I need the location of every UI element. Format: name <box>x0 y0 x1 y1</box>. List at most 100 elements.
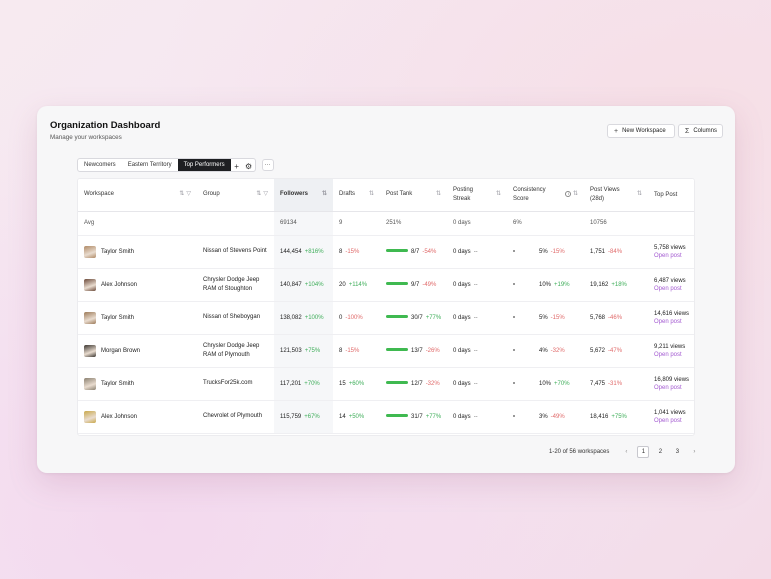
views-cell: 1,751 -84% <box>584 235 648 269</box>
sort-icon[interactable]: ⇅ <box>256 191 261 197</box>
workspace-cell[interactable]: Alex Johnson <box>78 400 197 434</box>
workspace-name: Taylor Smith <box>101 248 135 255</box>
workspace-cell[interactable]: Alex Johnson <box>78 268 197 302</box>
table-row[interactable]: Alex Johnson Chevrolet of Plymouth 115,759… <box>78 400 694 434</box>
avg-views: 10756 <box>584 211 648 236</box>
drafts-cell: 8 -15% <box>333 235 380 269</box>
table-row[interactable]: Taylor Smith Nissan of Sheboygan 138,082 +1… <box>78 301 694 335</box>
avg-streak: 0 days <box>447 211 507 236</box>
page-3-button[interactable]: 3 <box>671 446 683 458</box>
avatar <box>84 311 96 324</box>
post-tank-bar <box>386 282 408 286</box>
pagination: 1-20 of 56 workspaces ‹ 1 2 3 › <box>549 445 700 458</box>
top-post-cell: 9,211 views Open post <box>648 334 694 368</box>
drafts-delta: -15% <box>345 248 360 255</box>
post-tank-bar <box>386 381 408 385</box>
views-cell: 5,768 -46% <box>584 301 648 335</box>
post-tank-delta: -54% <box>422 248 437 255</box>
col-top-post[interactable]: Top Post <box>648 179 694 212</box>
post-tank-bar <box>386 348 408 352</box>
avg-consistency: 6% <box>507 211 584 236</box>
post-tank-delta: -49% <box>422 281 437 288</box>
tab-eastern-territory[interactable]: Eastern Territory <box>122 159 178 171</box>
filter-icon[interactable]: ▽ <box>263 191 268 197</box>
views-cell: 5,672 -47% <box>584 334 648 368</box>
open-post-link[interactable]: Open post <box>654 286 690 292</box>
post-tank-cell: 30/7 +77% <box>380 301 447 335</box>
add-tab-icon[interactable]: + <box>231 159 243 171</box>
open-post-link[interactable]: Open post <box>654 253 690 259</box>
workspace-cell[interactable]: Taylor Smith <box>78 235 197 269</box>
next-page-icon[interactable]: › <box>688 446 700 458</box>
post-tank-delta: +77% <box>425 314 442 321</box>
filter-icon[interactable]: ▽ <box>186 191 191 197</box>
group-cell: Chevrolet of Plymouth <box>197 400 274 434</box>
col-group[interactable]: Group ⇅ ▽ <box>197 179 274 212</box>
consistency-cell: 10% +70% <box>507 367 584 401</box>
followers-delta: +104% <box>304 281 324 288</box>
top-post-views: 1,041 views <box>654 409 686 416</box>
open-post-link[interactable]: Open post <box>654 319 690 325</box>
sort-icon[interactable]: ⇅ <box>369 190 374 199</box>
workspace-cell[interactable]: Taylor Smith <box>78 367 197 401</box>
more-options-button[interactable]: ··· <box>261 159 274 171</box>
col-posting-streak[interactable]: Posting Streak ⇅ <box>447 179 507 212</box>
prev-page-icon[interactable]: ‹ <box>620 446 632 458</box>
streak-dash: -- <box>473 248 478 255</box>
tab-top-performers[interactable]: Top Performers <box>177 159 231 171</box>
open-post-link[interactable]: Open post <box>654 418 690 424</box>
workspace-cell[interactable]: Taylor Smith <box>78 301 197 335</box>
new-workspace-label: New Workspace <box>622 128 666 134</box>
columns-button[interactable]: Σ Columns <box>678 124 723 138</box>
sort-icon[interactable]: ⇅ <box>496 190 501 199</box>
open-post-link[interactable]: Open post <box>654 385 690 391</box>
sort-icon[interactable]: ⇅ <box>322 190 327 199</box>
followers-delta: +100% <box>304 314 324 321</box>
workspace-name: Morgan Brown <box>101 347 141 354</box>
col-post-tank[interactable]: Post Tank ⇅ <box>380 179 447 212</box>
consistency-sparkline <box>513 282 515 285</box>
followers-cell: 115,759 +67% <box>274 400 333 434</box>
consistency-sparkline <box>513 414 515 417</box>
avatar <box>84 410 96 423</box>
top-post-cell: 5,758 views Open post <box>648 235 694 269</box>
sort-icon[interactable]: ⇅ <box>179 191 184 197</box>
group-cell: Nissan of Sheboygan <box>197 301 274 335</box>
consistency-sparkline <box>513 315 515 318</box>
sort-icon[interactable]: ⇅ <box>573 191 578 197</box>
col-followers[interactable]: Followers ⇅ <box>274 179 333 212</box>
sort-icon[interactable]: ⇅ <box>637 190 642 199</box>
post-tank-cell: 8/7 -54% <box>380 235 447 269</box>
page-subtitle: Manage your workspaces <box>50 134 122 141</box>
avg-followers: 69134 <box>274 211 333 236</box>
drafts-cell: 14 +50% <box>333 400 380 434</box>
table-row[interactable]: Alex Johnson Chrysler Dodge Jeep RAM of S… <box>78 268 694 302</box>
sort-icon[interactable]: ⇅ <box>436 190 441 199</box>
workspace-cell[interactable]: Morgan Brown <box>78 334 197 368</box>
page-1-button[interactable]: 1 <box>637 445 650 458</box>
streak-cell: 0 days -- <box>447 268 507 302</box>
col-drafts[interactable]: Drafts ⇅ <box>333 179 380 212</box>
followers-cell: 117,201 +70% <box>274 367 333 401</box>
top-post-views: 14,616 views <box>654 310 690 317</box>
consistency-delta: -15% <box>550 314 565 321</box>
col-consistency-score[interactable]: Consistency Score i ⇅ <box>507 179 584 212</box>
col-post-views[interactable]: Post Views (28d) ⇅ <box>584 179 648 212</box>
open-post-link[interactable]: Open post <box>654 352 690 358</box>
page-2-button[interactable]: 2 <box>654 446 666 458</box>
views-delta: -84% <box>608 248 623 255</box>
tab-newcomers[interactable]: Newcomers <box>78 159 122 171</box>
table-row[interactable]: Taylor Smith Nissan of Stevens Point 144,4… <box>78 235 694 269</box>
new-workspace-button[interactable]: + New Workspace <box>607 124 675 138</box>
views-delta: -46% <box>608 314 623 321</box>
followers-cell: 144,454 +816% <box>274 235 333 269</box>
table-row[interactable]: Taylor Smith TrucksFor25k.com 117,201 +70% 1… <box>78 367 694 401</box>
dashboard-card: Organization Dashboard Manage your works… <box>37 106 735 473</box>
avatar <box>84 245 96 258</box>
post-tank-delta: -26% <box>425 347 440 354</box>
info-icon[interactable]: i <box>565 191 572 198</box>
col-workspace[interactable]: Workspace ⇅ ▽ <box>78 179 197 212</box>
gear-icon[interactable]: ⚙ <box>243 159 255 171</box>
followers-cell: 138,082 +100% <box>274 301 333 335</box>
table-row[interactable]: Morgan Brown Chrysler Dodge Jeep RAM of P… <box>78 334 694 368</box>
